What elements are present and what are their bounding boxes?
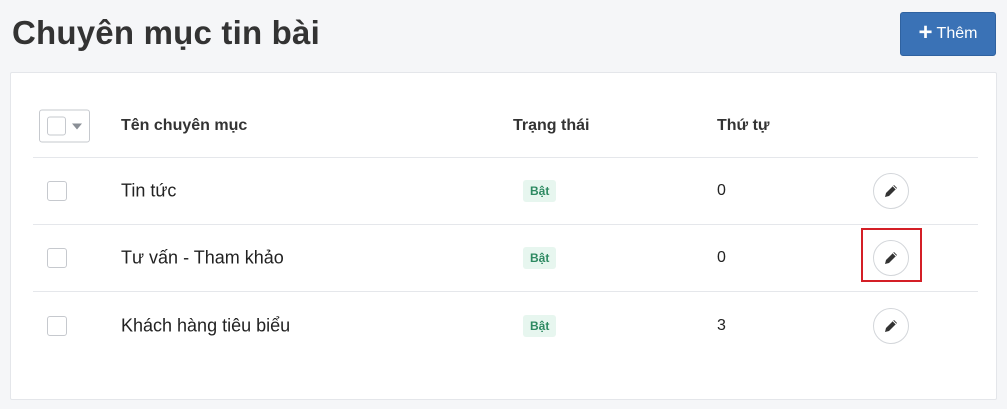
category-panel: Tên chuyên mục Trạng thái Thứ tự Tin tức… bbox=[10, 72, 997, 400]
column-header-status: Trạng thái bbox=[513, 117, 590, 134]
add-button[interactable]: + Thêm bbox=[900, 12, 996, 56]
plus-icon: + bbox=[918, 19, 933, 46]
table-row: Tin tức Bật 0 bbox=[33, 158, 978, 225]
row-checkbox[interactable] bbox=[47, 181, 67, 201]
table-row: Khách hàng tiêu biểu Bật 3 bbox=[33, 292, 978, 359]
category-order: 0 bbox=[717, 182, 726, 199]
status-badge: Bật bbox=[523, 314, 557, 337]
column-header-name: Tên chuyên mục bbox=[121, 117, 248, 134]
category-name: Khách hàng tiêu biểu bbox=[121, 315, 291, 335]
pencil-icon bbox=[885, 319, 897, 332]
status-badge: Bật bbox=[523, 247, 557, 269]
bulk-select-dropdown[interactable] bbox=[39, 109, 90, 143]
category-name: Tư vấn - Tham khảo bbox=[121, 247, 284, 268]
edit-button[interactable] bbox=[873, 240, 909, 276]
category-table: Tên chuyên mục Trạng thái Thứ tự Tin tức… bbox=[33, 95, 978, 359]
table-row: Tư vấn - Tham khảo Bật 0 bbox=[33, 225, 978, 292]
category-name: Tin tức bbox=[121, 180, 177, 201]
category-order: 0 bbox=[717, 249, 726, 266]
pencil-icon bbox=[885, 185, 897, 197]
column-header-order: Thứ tự bbox=[717, 117, 770, 134]
pencil-icon bbox=[885, 252, 897, 264]
row-checkbox[interactable] bbox=[47, 315, 67, 336]
edit-button[interactable] bbox=[873, 173, 909, 209]
select-all-checkbox[interactable] bbox=[47, 116, 66, 136]
page-title: Chuyên mục tin bài bbox=[12, 14, 320, 51]
table-header: Tên chuyên mục Trạng thái Thứ tự bbox=[33, 95, 978, 158]
category-order: 3 bbox=[717, 316, 726, 334]
status-badge: Bật bbox=[523, 180, 557, 202]
row-checkbox[interactable] bbox=[47, 248, 67, 268]
edit-button[interactable] bbox=[873, 307, 909, 344]
add-button-label: Thêm bbox=[936, 25, 978, 42]
caret-down-icon bbox=[72, 123, 82, 129]
